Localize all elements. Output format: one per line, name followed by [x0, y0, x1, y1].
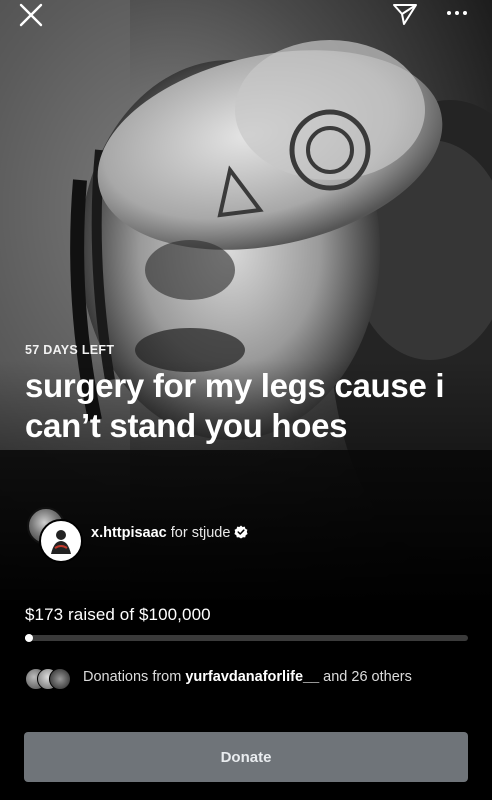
paper-plane-icon	[393, 4, 417, 25]
fundraiser-story: 57 DAYS LEFT surgery for my legs cause i…	[0, 0, 492, 800]
organizer-row[interactable]: x.httpisaac for stjude	[25, 505, 465, 565]
progress-marker	[25, 634, 33, 642]
verified-badge-icon	[234, 525, 249, 539]
top-bar	[0, 0, 492, 40]
amount-raised: $173 raised of $100,000	[25, 605, 211, 624]
for-text: for	[170, 525, 188, 541]
share-button[interactable]	[388, 0, 422, 28]
more-options-button[interactable]	[440, 0, 474, 26]
donate-button[interactable]: Donate	[24, 732, 468, 782]
donations-suffix: and 26 others	[323, 669, 412, 685]
close-button[interactable]	[10, 0, 50, 32]
organizer-username[interactable]: x.httpisaac	[91, 525, 167, 541]
donations-text: Donations from yurfavdanaforlife__ and 2…	[83, 667, 453, 687]
organizer-avatars[interactable]	[25, 505, 83, 563]
charity-avatar	[39, 519, 83, 563]
donations-row[interactable]: Donations from yurfavdanaforlife__ and 2…	[25, 665, 465, 707]
close-icon	[19, 3, 43, 27]
progress-bar	[25, 634, 468, 642]
donor-avatars	[25, 668, 77, 690]
days-left-label: 57 DAYS LEFT	[25, 343, 115, 357]
donor-username[interactable]: yurfavdanaforlife__	[185, 669, 319, 685]
charity-logo-icon	[51, 530, 71, 554]
donor-avatar	[49, 668, 71, 690]
donations-prefix: Donations from	[83, 669, 182, 685]
fundraiser-title: surgery for my legs cause i can’t stand …	[25, 367, 445, 444]
charity-name[interactable]: stjude	[192, 525, 231, 541]
more-horizontal-icon	[447, 11, 467, 15]
organizer-text: x.httpisaac for stjude	[91, 525, 249, 541]
